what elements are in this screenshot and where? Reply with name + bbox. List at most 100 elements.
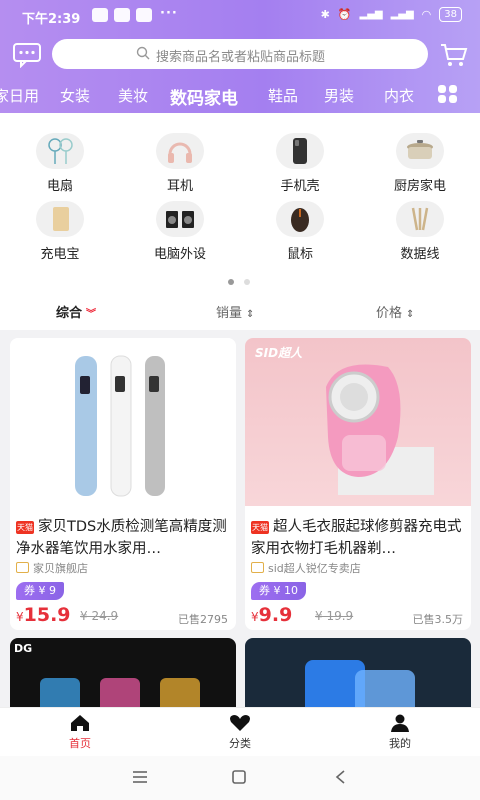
cart-icon <box>441 44 468 66</box>
nav-home[interactable]: 首页 <box>40 714 120 751</box>
shop-icon <box>16 562 29 573</box>
subcategory-fan[interactable]: 电扇 <box>10 133 110 194</box>
tab-womens[interactable]: 女装 <box>60 85 90 106</box>
brand-logo: SID超人 <box>255 346 303 360</box>
subcategory-label: 电脑外设 <box>153 247 206 262</box>
nav-mine[interactable]: 我的 <box>360 714 440 751</box>
tab-mens[interactable]: 男装 <box>324 85 354 106</box>
more-notifications: ··· <box>160 6 178 21</box>
sort-default-label: 综合 <box>56 306 83 321</box>
product-card[interactable] <box>245 638 471 707</box>
brand-logo: DG <box>14 642 33 655</box>
product-title: 天猫 家贝TDS水质检测笔高精度测净水器笔饮用水家用… <box>16 516 228 560</box>
all-categories-button[interactable] <box>437 84 459 104</box>
subcategory-kitchen[interactable]: 厨房家电 <box>370 133 470 194</box>
chevron-down-icon: ︾ <box>86 309 97 320</box>
search-icon <box>136 46 150 60</box>
wifi-icon: ◠ <box>421 8 432 21</box>
nav-category[interactable]: 分类 <box>200 714 280 751</box>
price-amount: 9.9 <box>258 604 293 626</box>
bottom-nav: 首页 分类 我的 <box>0 707 480 757</box>
tds-pen-image <box>75 355 165 497</box>
subcategory-label: 电扇 <box>46 179 73 194</box>
subcategory-grid: 电扇 耳机 手机壳 厨房家电 充电宝 电脑外设 鼠标 数据线 <box>0 113 480 330</box>
subcategory-power-bank[interactable]: 充电宝 <box>10 201 110 262</box>
original-price: ¥ 19.9 <box>315 609 354 623</box>
header: 下午2:39 ··· ✱ ⏰ ▂▄▆ ▂▄▆ ◠ 38 搜索商品名或者粘贴商品标… <box>0 0 480 113</box>
subcategory-peripherals[interactable]: 电脑外设 <box>130 201 230 262</box>
back-icon[interactable] <box>334 769 346 785</box>
alarm-icon: ⏰ <box>337 8 352 21</box>
product-image <box>10 338 236 506</box>
subcategory-label: 充电宝 <box>40 247 80 262</box>
shop-icon <box>251 562 264 573</box>
headphones-icon <box>156 133 204 169</box>
product-image: SID超人 <box>245 338 471 506</box>
subcategory-cable[interactable]: 数据线 <box>370 201 470 262</box>
home-square-icon[interactable] <box>231 769 247 785</box>
price-currency: ¥ <box>16 610 24 624</box>
subcategory-phone-case[interactable]: 手机壳 <box>250 133 350 194</box>
sort-price[interactable]: 价格 ⇕ <box>376 302 414 321</box>
subcategory-headphones[interactable]: 耳机 <box>130 133 230 194</box>
subcategory-mouse[interactable]: 鼠标 <box>250 201 350 262</box>
sold-count: 已售2795 <box>178 613 228 626</box>
product-card[interactable]: SID超人 天猫 超人毛衣服起球修剪器充电式家用衣物打毛机器剃… sid超人锐亿专… <box>245 338 471 630</box>
sort-default[interactable]: 综合 ︾ <box>56 302 96 321</box>
category-tabs: 家日用 女装 美妆 数码家电 鞋品 男装 内衣 <box>0 85 430 107</box>
search-placeholder: 搜索商品名或者粘贴商品标题 <box>156 50 326 65</box>
fan-icon <box>36 133 84 169</box>
system-nav-bar <box>0 756 480 800</box>
lint-remover-image <box>326 364 434 495</box>
tab-beauty[interactable]: 美妆 <box>118 85 148 106</box>
product-title-text: 家贝TDS水质检测笔高精度测净水器笔饮用水家用… <box>16 519 227 557</box>
message-button[interactable] <box>12 42 42 69</box>
speakers-icon <box>156 201 204 237</box>
status-bar: 下午2:39 ··· ✱ ⏰ ▂▄▆ ▂▄▆ ◠ 38 <box>0 0 480 32</box>
subcategory-label: 手机壳 <box>280 179 320 194</box>
pager-dot-active <box>228 279 234 285</box>
status-time: 下午2:39 <box>22 12 81 27</box>
sort-sales[interactable]: 销量 ⇕ <box>216 302 254 321</box>
coupon-badge[interactable]: 券 ¥ 9 <box>16 582 64 600</box>
message-icon <box>13 43 41 69</box>
subcategory-label: 数据线 <box>400 247 440 262</box>
cable-icon <box>396 201 444 237</box>
tab-underwear[interactable]: 内衣 <box>384 85 414 106</box>
subcategory-label: 鼠标 <box>286 247 313 262</box>
sort-arrows-icon: ⇕ <box>406 309 415 320</box>
coupon-badge[interactable]: 券 ¥ 10 <box>251 582 306 600</box>
qq-icon <box>136 8 152 22</box>
user-icon <box>391 714 409 732</box>
status-right: ✱ ⏰ ▂▄▆ ▂▄▆ ◠ 38 <box>321 7 462 22</box>
subcategory-label: 厨房家电 <box>393 179 446 194</box>
tab-shoes[interactable]: 鞋品 <box>268 85 298 106</box>
grid-icon <box>438 85 457 103</box>
tab-digital[interactable]: 数码家电 <box>170 85 238 107</box>
menu-icon[interactable] <box>132 770 148 784</box>
cart-button[interactable] <box>440 42 468 68</box>
heart-icon <box>230 715 250 731</box>
shop-name: sid超人锐亿专卖店 <box>251 560 361 576</box>
nav-home-label: 首页 <box>69 737 91 750</box>
nav-category-label: 分类 <box>229 737 251 750</box>
subcategory-label: 耳机 <box>166 179 193 194</box>
grid-pager <box>228 279 250 285</box>
tab-household[interactable]: 家日用 <box>0 85 39 106</box>
sort-price-label: 价格 <box>376 306 403 321</box>
home-icon <box>71 715 89 731</box>
search-input[interactable]: 搜索商品名或者粘贴商品标题 <box>52 39 428 69</box>
bluetooth-icon: ✱ <box>320 8 330 21</box>
product-card[interactable]: 天猫 家贝TDS水质检测笔高精度测净水器笔饮用水家用… 家贝旗舰店 券 ¥ 9 ¥… <box>10 338 236 630</box>
wechat-icon <box>114 8 130 22</box>
sort-sales-label: 销量 <box>216 306 243 321</box>
product-price: ¥9.9 <box>251 604 292 626</box>
notification-icons <box>92 8 152 22</box>
sort-bar: 综合 ︾ 销量 ⇕ 价格 ⇕ <box>0 300 480 330</box>
battery-icon: 38 <box>439 7 462 22</box>
sold-count: 已售3.5万 <box>412 613 464 626</box>
product-card[interactable]: DG <box>10 638 236 707</box>
signal-icon: ▂▄▆ <box>359 9 383 20</box>
product-title-text: 超人毛衣服起球修剪器充电式家用衣物打毛机器剃… <box>251 519 462 557</box>
price-amount: 15.9 <box>23 604 71 626</box>
